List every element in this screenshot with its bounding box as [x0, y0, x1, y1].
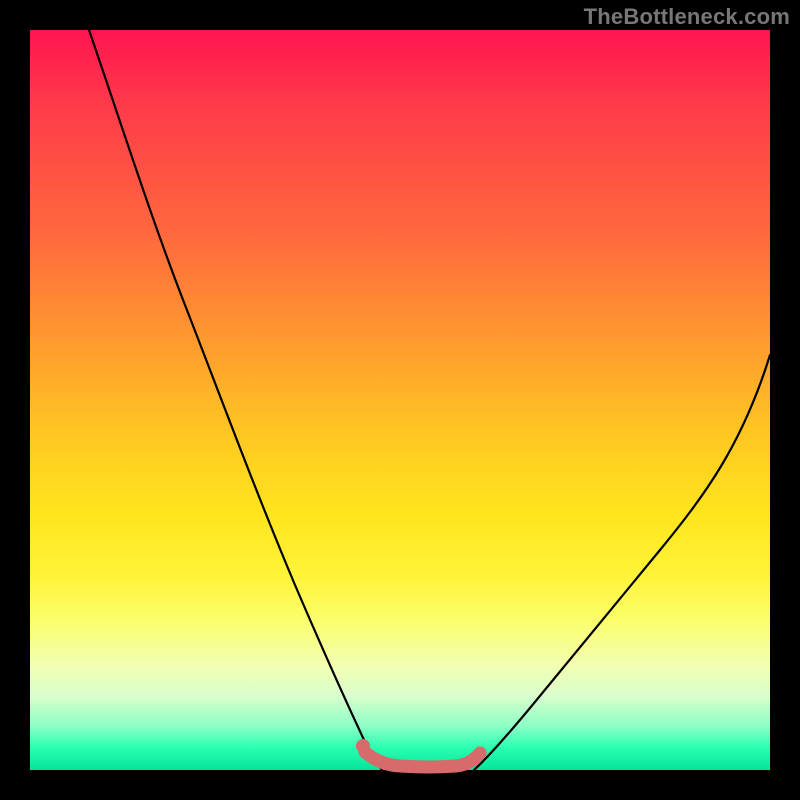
curve-left-branch — [89, 30, 382, 770]
curves-svg — [30, 30, 770, 770]
valley-highlight — [365, 752, 480, 767]
curve-right-branch — [474, 355, 770, 770]
plot-area — [30, 30, 770, 770]
watermark-text: TheBottleneck.com — [584, 4, 790, 30]
valley-marker-dot — [356, 739, 370, 753]
chart-frame: TheBottleneck.com — [0, 0, 800, 800]
